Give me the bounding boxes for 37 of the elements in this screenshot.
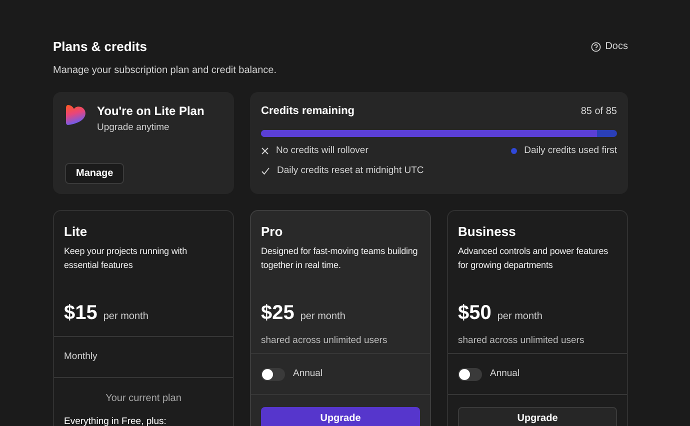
manage-button[interactable]: Manage — [65, 163, 124, 184]
plan-price: $15 — [64, 301, 98, 326]
price-period: per month — [497, 310, 542, 324]
plan-name: Pro — [261, 224, 284, 240]
page-title: Plans & credits — [53, 38, 148, 56]
price-note: shared across unlimited users — [458, 334, 586, 348]
credits-title: Credits remaining — [261, 104, 355, 119]
features-heading: Everything in Free, plus: — [64, 416, 168, 426]
legend-label: Daily credits used first — [524, 144, 617, 158]
docs-link[interactable]: Docs — [591, 39, 628, 54]
price-note: shared across unlimited users — [261, 334, 388, 348]
note-text: Daily credits reset at midnight UTC — [277, 164, 424, 178]
plan-description: Keep your projects running with essential features — [64, 245, 188, 272]
check-icon — [261, 166, 270, 175]
plan-name: Lite — [64, 224, 88, 240]
cross-icon — [261, 146, 269, 155]
plan-name: Business — [458, 224, 517, 240]
annual-toggle[interactable] — [261, 368, 285, 380]
current-plan-label: Your current plan — [104, 392, 182, 406]
plan-description: Advanced controls and power features for growing departments — [458, 245, 609, 272]
toggle-label: Annual — [490, 366, 520, 381]
price-period: per month — [103, 310, 148, 324]
plan-subtitle: Upgrade anytime — [97, 121, 170, 135]
note-text: No credits will rollover — [276, 144, 368, 158]
price-period: per month — [300, 310, 346, 324]
credits-count: 85 of 85 — [580, 104, 617, 119]
plan-title: You're on Lite Plan — [97, 104, 204, 119]
upgrade-button[interactable]: Upgrade — [458, 407, 617, 426]
plan-description: Designed for fast-moving teams building together in real time. — [261, 245, 419, 272]
help-icon — [591, 42, 602, 52]
annual-toggle[interactable] — [458, 368, 482, 380]
plan-price: $25 — [261, 301, 294, 326]
plan-price: $50 — [458, 301, 492, 326]
upgrade-button[interactable]: Upgrade — [261, 407, 420, 426]
page-subtitle: Manage your subscription plan and credit balance. — [53, 64, 276, 78]
billing-label: Monthly — [64, 350, 98, 364]
toggle-label: Annual — [293, 366, 323, 381]
